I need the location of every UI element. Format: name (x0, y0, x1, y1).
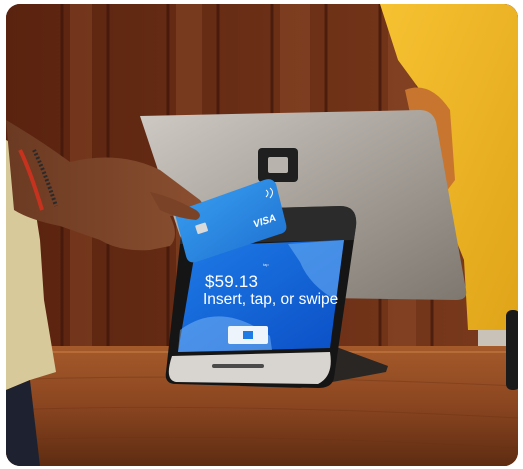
scanner-object (506, 310, 518, 390)
contactless-tap-label: tap (263, 262, 269, 267)
card-swipe-slot (212, 364, 264, 368)
payment-amount: $59.13 (205, 272, 259, 291)
payment-prompt: Insert, tap, or swipe (203, 291, 339, 308)
photo (6, 4, 518, 466)
photo-scene (6, 4, 518, 466)
square-logo-inner (268, 157, 288, 173)
